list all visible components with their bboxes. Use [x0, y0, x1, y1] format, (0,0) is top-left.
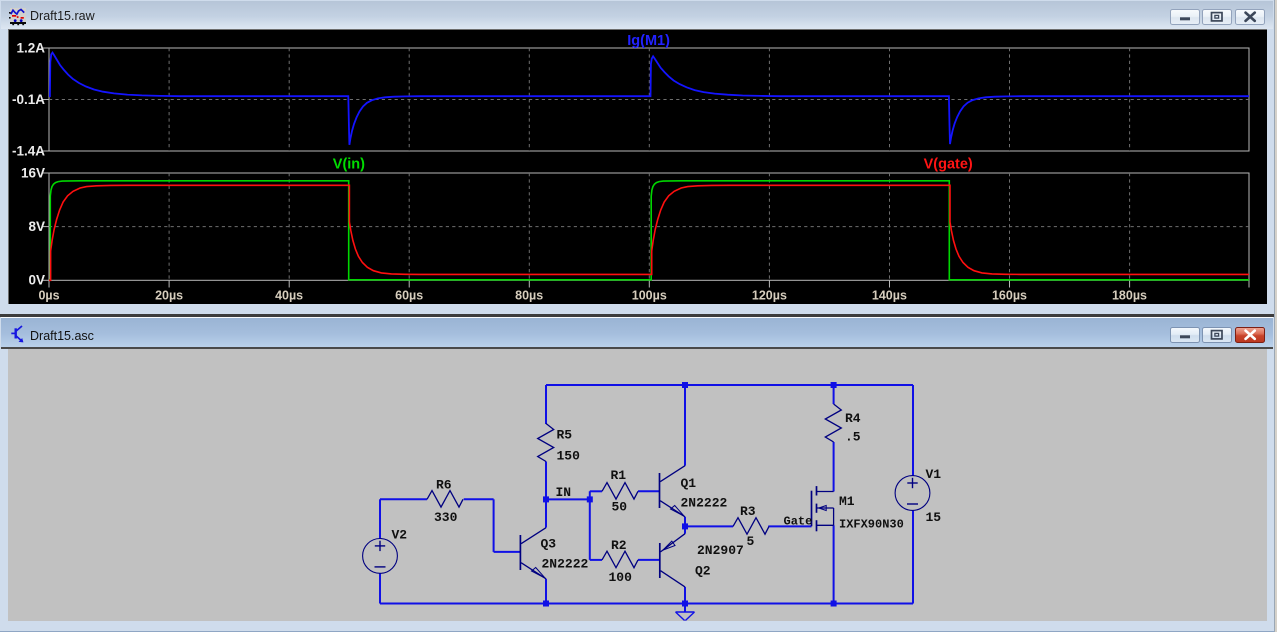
svg-text:150: 150	[557, 449, 581, 464]
svg-text:IXFX90N30: IXFX90N30	[839, 518, 904, 532]
svg-text:Gate: Gate	[784, 515, 813, 529]
svg-text:V1: V1	[926, 467, 942, 482]
svg-text:R5: R5	[557, 428, 573, 443]
svg-text:V2: V2	[392, 528, 408, 543]
svg-text:R2: R2	[611, 538, 627, 553]
svg-text:5: 5	[747, 534, 755, 549]
svg-text:.5: .5	[845, 430, 861, 445]
svg-text:330: 330	[434, 510, 458, 525]
svg-text:R3: R3	[740, 504, 756, 519]
svg-text:2N2222: 2N2222	[542, 557, 589, 572]
svg-text:Q2: Q2	[695, 564, 711, 579]
svg-text:50: 50	[612, 500, 628, 515]
svg-text:2N2222: 2N2222	[681, 496, 728, 511]
svg-text:Q3: Q3	[541, 537, 557, 552]
svg-text:R4: R4	[845, 411, 861, 426]
svg-text:R1: R1	[611, 468, 627, 483]
svg-text:2N2907: 2N2907	[697, 543, 744, 558]
svg-text:100: 100	[609, 570, 633, 585]
svg-text:R6: R6	[436, 478, 452, 493]
svg-text:M1: M1	[839, 494, 855, 509]
svg-text:IN: IN	[556, 485, 572, 500]
svg-text:Q1: Q1	[681, 476, 697, 491]
svg-text:15: 15	[926, 510, 942, 525]
